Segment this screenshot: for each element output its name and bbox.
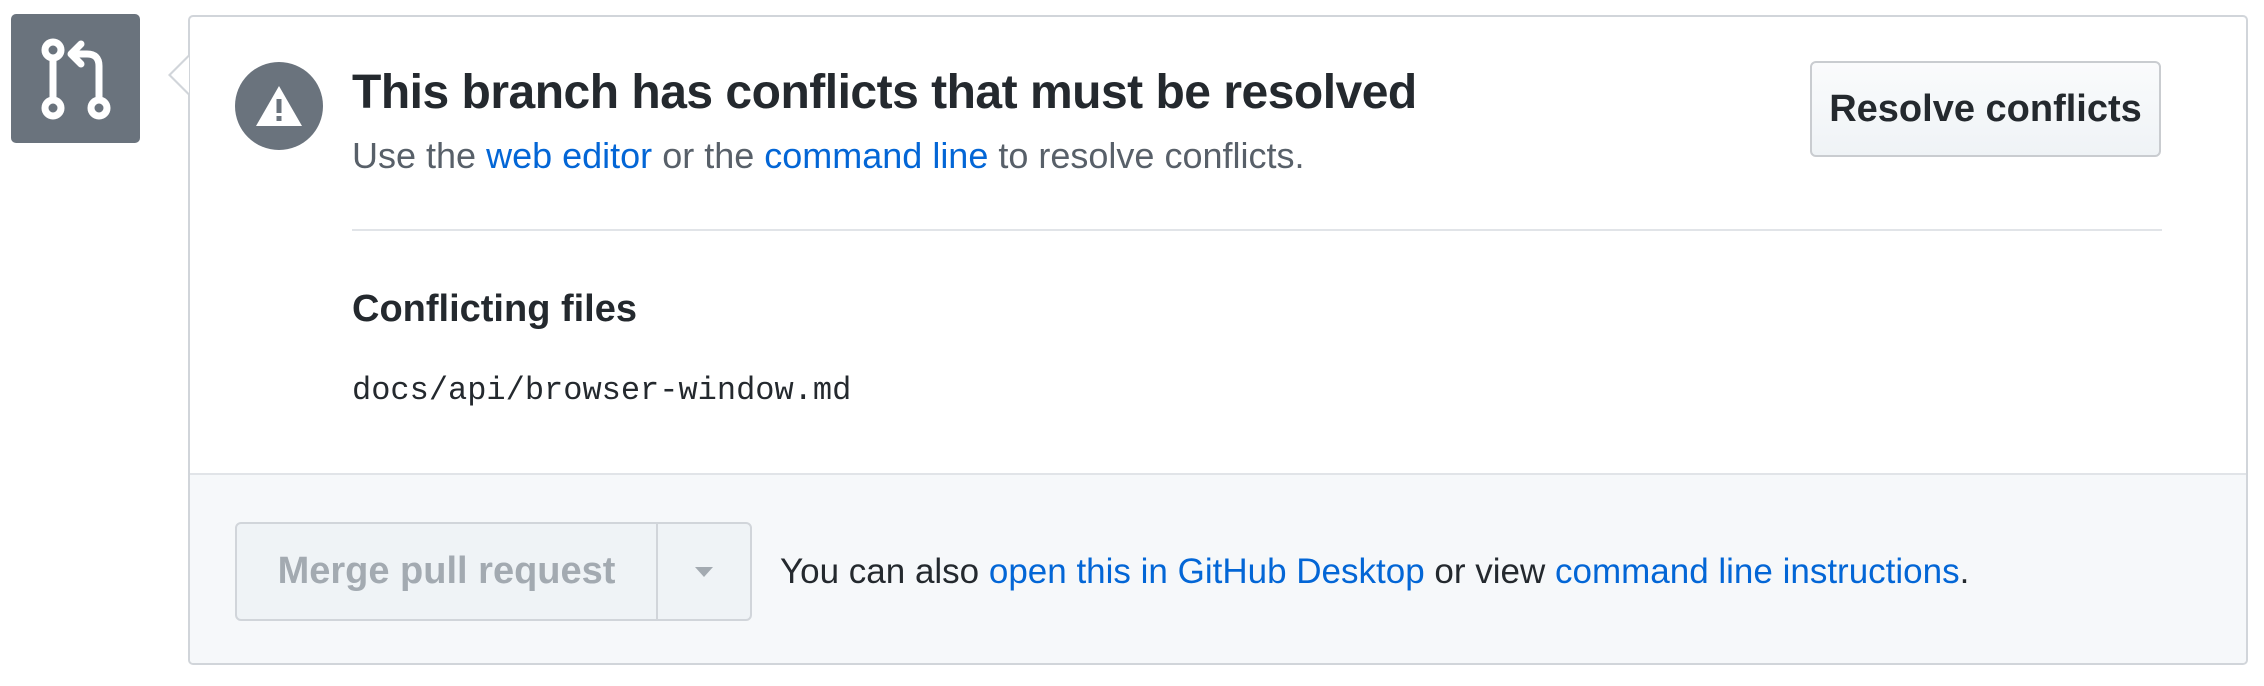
open-in-desktop-link[interactable]: open this in GitHub Desktop — [989, 552, 1425, 591]
help-text: You can also — [780, 552, 989, 591]
merge-box: This branch has conflicts that must be r… — [188, 15, 2248, 665]
merge-footer: Merge pull request You can also open thi… — [190, 473, 2246, 663]
resolve-conflicts-button[interactable]: Resolve conflicts — [1810, 61, 2161, 157]
subtitle-text: to resolve conflicts. — [988, 135, 1305, 176]
command-line-link[interactable]: command line — [764, 135, 988, 176]
conflict-subtitle: Use the web editor or the command line t… — [352, 135, 1304, 177]
command-line-instructions-link[interactable]: command line instructions — [1555, 552, 1960, 591]
subtitle-text: Use the — [352, 135, 487, 176]
merge-help-text: You can also open this in GitHub Desktop… — [780, 552, 1969, 592]
conflicting-files-heading: Conflicting files — [352, 288, 637, 330]
help-text: . — [1959, 552, 1970, 591]
alert-icon — [235, 62, 323, 150]
merge-method-dropdown[interactable] — [658, 524, 750, 619]
git-pull-request-icon — [11, 14, 140, 143]
merge-pull-request-button[interactable]: Merge pull request — [237, 524, 658, 619]
help-text: or view — [1424, 552, 1555, 591]
triangle-down-icon — [695, 566, 713, 577]
web-editor-link[interactable]: web editor — [486, 135, 652, 176]
conflicting-file: docs/api/browser-window.md — [352, 372, 852, 409]
timeline-caret-fill — [171, 57, 189, 93]
divider — [352, 229, 2162, 231]
subtitle-text: or the — [652, 135, 765, 176]
merge-button-group: Merge pull request — [235, 522, 752, 621]
conflict-title: This branch has conflicts that must be r… — [352, 66, 1417, 119]
